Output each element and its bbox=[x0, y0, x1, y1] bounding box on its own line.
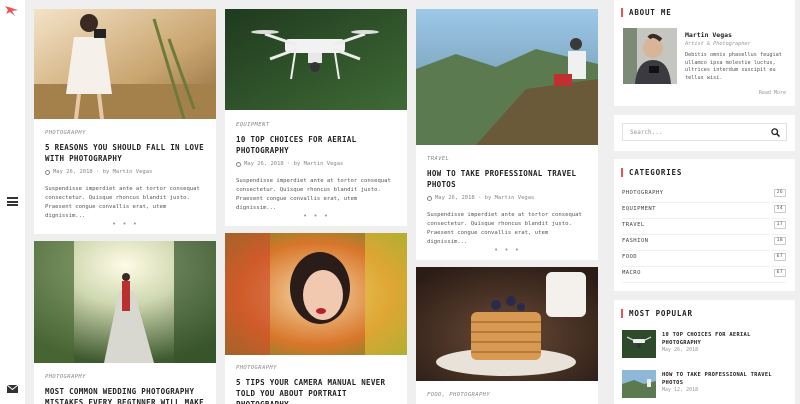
search-icon[interactable] bbox=[771, 128, 780, 137]
search-box bbox=[622, 123, 787, 141]
about-widget: ABOUT ME Martin Vegas Artist & Photograp… bbox=[614, 0, 795, 106]
most-popular-widget: MOST POPULAR 10 TOP CHOICES FOR AERIAL P… bbox=[614, 300, 795, 404]
category-item[interactable]: MACRO 67 bbox=[622, 267, 786, 283]
category-label[interactable]: FOOD bbox=[622, 254, 637, 260]
popular-post-title[interactable]: 10 TOP CHOICES FOR AERIAL PHOTOGRAPHY bbox=[662, 331, 787, 347]
popular-post-title[interactable]: HOW TO TAKE PROFESSIONAL TRAVEL PHOTOS bbox=[662, 371, 787, 387]
post-image-portrait[interactable] bbox=[225, 233, 407, 355]
avatar bbox=[623, 28, 677, 84]
popular-post[interactable]: 10 TOP CHOICES FOR AERIAL PHOTOGRAPHY Ma… bbox=[622, 330, 787, 358]
post-card[interactable]: TRAVEL HOW TO TAKE PROFESSIONAL TRAVEL P… bbox=[416, 9, 598, 260]
categories-title: CATEGORIES bbox=[621, 168, 682, 177]
post-meta: May 26, 2018 · by Martin Vegas bbox=[236, 161, 343, 167]
category-label[interactable]: MACRO bbox=[622, 270, 641, 276]
post-meta: May 26, 2018 · by Martin Vegas bbox=[45, 169, 152, 175]
post-category[interactable]: EQUIPMENT bbox=[236, 122, 269, 128]
post-meta-text: May 26, 2018 · by Martin Vegas bbox=[244, 161, 344, 167]
category-label[interactable]: EQUIPMENT bbox=[622, 206, 656, 212]
category-item[interactable]: FOOD 67 bbox=[622, 251, 786, 267]
post-excerpt: Suspendisse imperdiet ante at tortor con… bbox=[427, 212, 582, 245]
post-title[interactable]: 5 REASONS YOU SHOULD FALL IN LOVE WITH P… bbox=[45, 142, 205, 164]
post-meta-text: May 26, 2018 · by Martin Vegas bbox=[435, 195, 535, 201]
category-count: 67 bbox=[773, 253, 786, 261]
post-image-wedding[interactable] bbox=[34, 241, 216, 363]
post-image-drone[interactable] bbox=[225, 9, 407, 110]
popular-post-image-travel[interactable] bbox=[622, 370, 656, 398]
post-card[interactable]: PHOTOGRAPHY 5 REASONS YOU SHOULD FALL IN… bbox=[34, 9, 216, 234]
category-item[interactable]: TRAVEL 17 bbox=[622, 219, 786, 235]
post-category[interactable]: TRAVEL bbox=[427, 156, 449, 162]
hamburger-menu-icon[interactable] bbox=[7, 197, 18, 206]
category-count: 67 bbox=[773, 269, 786, 277]
search-input[interactable] bbox=[623, 124, 786, 140]
post-image-pancakes[interactable] bbox=[416, 267, 598, 381]
post-category[interactable]: PHOTOGRAPHY bbox=[45, 374, 86, 380]
post-category[interactable]: PHOTOGRAPHY bbox=[236, 365, 277, 371]
more-dots[interactable]: • • • bbox=[225, 212, 407, 220]
clock-icon bbox=[427, 195, 432, 201]
category-count: 54 bbox=[773, 205, 786, 213]
read-more-link[interactable]: Read More bbox=[759, 90, 786, 96]
more-dots[interactable]: • • • bbox=[416, 246, 598, 254]
post-title[interactable]: 10 TOP CHOICES FOR AERIAL PHOTOGRAPHY bbox=[236, 134, 396, 156]
category-label[interactable]: FASHION bbox=[622, 238, 648, 244]
post-title[interactable]: HOW TO TAKE PROFESSIONAL TRAVEL PHOTOS bbox=[427, 168, 587, 190]
post-excerpt: Suspendisse imperdiet ante at tortor con… bbox=[45, 186, 200, 219]
clock-icon bbox=[45, 169, 50, 175]
about-text: Debitis omnis phasellus feugiat ullamco … bbox=[685, 52, 782, 81]
post-meta: May 26, 2018 · by Martin Vegas bbox=[427, 195, 534, 201]
about-name: Martin Vegas bbox=[685, 31, 732, 39]
left-sidebar bbox=[0, 0, 25, 404]
bird-logo-icon[interactable] bbox=[5, 5, 19, 17]
popular-post-date: May 26, 2018 bbox=[662, 347, 699, 353]
category-item[interactable]: EQUIPMENT 54 bbox=[622, 203, 786, 219]
categories-widget: CATEGORIES PHOTOGRAPHY 26 EQUIPMENT 54 TRA… bbox=[614, 159, 795, 291]
popular-post-date: May 12, 2018 bbox=[662, 387, 699, 393]
post-meta-text: May 26, 2018 · by Martin Vegas bbox=[53, 169, 153, 175]
post-category[interactable]: FOOD, PHOTOGRAPHY bbox=[427, 392, 490, 398]
about-role: Artist & Photographer bbox=[685, 41, 751, 47]
category-count: 17 bbox=[773, 221, 786, 229]
category-item[interactable]: PHOTOGRAPHY 26 bbox=[622, 187, 786, 203]
post-excerpt: Suspendisse imperdiet ante at tortor con… bbox=[236, 178, 391, 211]
popular-post-image-drone[interactable] bbox=[622, 330, 656, 358]
category-label[interactable]: TRAVEL bbox=[622, 222, 645, 228]
post-category[interactable]: PHOTOGRAPHY bbox=[45, 130, 86, 136]
page: PHOTOGRAPHY 5 REASONS YOU SHOULD FALL IN… bbox=[0, 0, 800, 404]
category-label[interactable]: PHOTOGRAPHY bbox=[622, 190, 663, 196]
about-title: ABOUT ME bbox=[621, 8, 672, 17]
envelope-icon[interactable] bbox=[7, 385, 18, 393]
popular-post[interactable]: HOW TO TAKE PROFESSIONAL TRAVEL PHOTOS M… bbox=[622, 370, 787, 398]
post-card[interactable]: PHOTOGRAPHY 5 TIPS YOUR CAMERA MANUAL NE… bbox=[225, 233, 407, 404]
post-title[interactable]: MOST COMMON WEDDING PHOTOGRAPHY MISTAKES… bbox=[45, 386, 205, 404]
category-item[interactable]: FASHION 18 bbox=[622, 235, 786, 251]
post-title[interactable]: 5 TIPS YOUR CAMERA MANUAL NEVER TOLD YOU… bbox=[236, 377, 396, 404]
post-card[interactable]: FOOD, PHOTOGRAPHY bbox=[416, 267, 598, 404]
more-dots[interactable]: • • • bbox=[34, 220, 216, 228]
post-image-girl-camera[interactable] bbox=[34, 9, 216, 119]
category-count: 26 bbox=[773, 189, 786, 197]
post-card[interactable]: EQUIPMENT 10 TOP CHOICES FOR AERIAL PHOT… bbox=[225, 9, 407, 226]
clock-icon bbox=[236, 161, 241, 167]
post-image-travel[interactable] bbox=[416, 9, 598, 145]
post-card[interactable]: PHOTOGRAPHY MOST COMMON WEDDING PHOTOGRA… bbox=[34, 241, 216, 404]
category-count: 18 bbox=[773, 237, 786, 245]
search-widget bbox=[614, 115, 795, 151]
most-popular-title: MOST POPULAR bbox=[621, 309, 693, 318]
